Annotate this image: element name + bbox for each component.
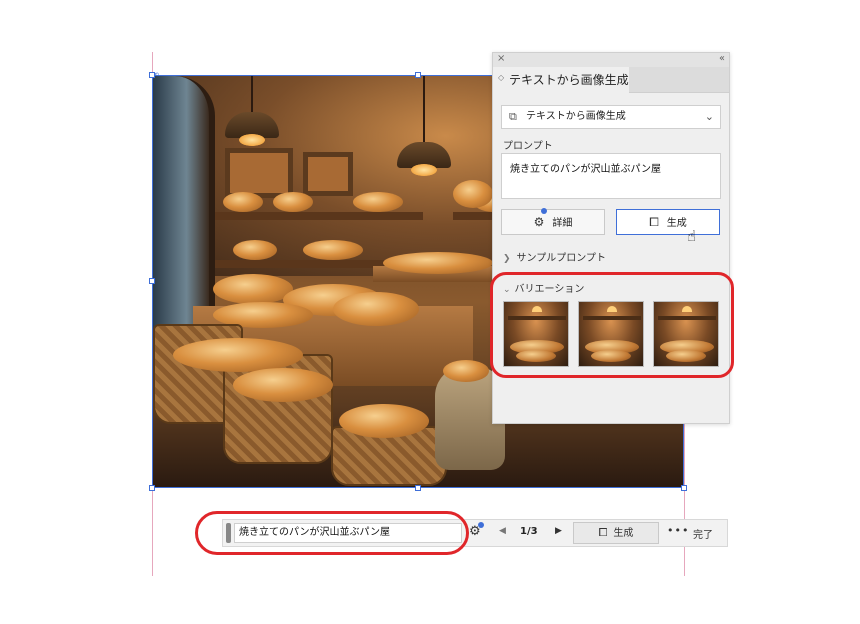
bread-loaf: [223, 192, 263, 212]
mode-select-value: テキストから画像生成: [526, 111, 626, 122]
bread-loaf: [383, 252, 493, 274]
resize-handle[interactable]: [149, 485, 155, 491]
lamp-cord: [251, 76, 253, 114]
bread-loaf: [213, 274, 293, 304]
hand-cursor-icon: ☝: [687, 227, 697, 245]
sample-prompt-toggle[interactable]: ❯ サンプルプロンプト: [503, 249, 606, 264]
wall-frame: [225, 148, 293, 198]
resize-handle[interactable]: [415, 485, 421, 491]
generate-button-label: 生成: [666, 218, 687, 229]
generate-icon: ⧠: [598, 526, 608, 539]
mode-select[interactable]: ⧉ テキストから画像生成 ⌄: [501, 105, 721, 129]
bread-loaf: [303, 240, 363, 260]
variations-highlight: [490, 272, 734, 378]
resize-handle[interactable]: [415, 72, 421, 78]
text-to-image-icon: ⧉: [509, 110, 517, 123]
collapse-icon[interactable]: ‹‹: [719, 53, 725, 64]
bread-shelf: [215, 212, 423, 220]
grip-icon: ◇: [498, 73, 505, 82]
panel-titlebar: × ‹‹: [493, 53, 729, 67]
previous-variation-icon[interactable]: ◀: [499, 526, 506, 536]
generate-icon: ⧠: [649, 215, 659, 229]
bread-loaf: [453, 180, 493, 208]
wall-frame: [303, 152, 353, 196]
resize-handle[interactable]: [149, 278, 155, 284]
variation-page-indicator: 1/3: [520, 526, 538, 537]
chevron-down-icon: ⌄: [704, 110, 714, 123]
bread-loaf: [443, 360, 489, 382]
detail-button[interactable]: ⚙ 詳細: [501, 208, 605, 235]
prompt-label: プロンプト: [503, 141, 553, 152]
prompt-textarea[interactable]: 焼き立てのパンが沢山並ぶパン屋: [501, 153, 721, 199]
bread-loaf: [233, 240, 277, 260]
gear-icon[interactable]: ⚙: [469, 522, 484, 539]
bread-loaf: [339, 404, 429, 438]
context-generate-button[interactable]: ⧠ 生成: [573, 522, 659, 544]
bread-loaf: [173, 338, 303, 372]
bread-loaf: [273, 192, 313, 212]
close-icon[interactable]: ×: [497, 53, 505, 64]
panel-tabbar: ◇ テキストから画像生成: [493, 67, 729, 93]
done-button[interactable]: 完了: [693, 526, 713, 541]
detail-button-label: 詳細: [552, 218, 573, 229]
resize-handle[interactable]: [149, 72, 155, 78]
bread-loaf: [353, 192, 403, 212]
bread-loaf: [333, 292, 419, 326]
sample-prompt-label: サンプルプロンプト: [516, 253, 606, 264]
gear-icon: ⚙: [534, 208, 548, 234]
prompt-input-highlight: [195, 511, 469, 555]
more-options-icon[interactable]: •••: [667, 524, 689, 537]
resize-handle[interactable]: [681, 485, 687, 491]
tab-text-to-image[interactable]: ◇ テキストから画像生成: [493, 67, 629, 93]
generate-button[interactable]: ⧠ 生成: [616, 209, 720, 235]
next-variation-icon[interactable]: ▶: [555, 526, 562, 536]
arched-window: [153, 76, 215, 336]
context-generate-label: 生成: [613, 528, 634, 539]
lamp-cord: [423, 76, 425, 146]
chevron-right-icon: ❯: [503, 254, 511, 264]
tab-label: テキストから画像生成: [509, 73, 629, 87]
bread-loaf: [233, 368, 333, 402]
